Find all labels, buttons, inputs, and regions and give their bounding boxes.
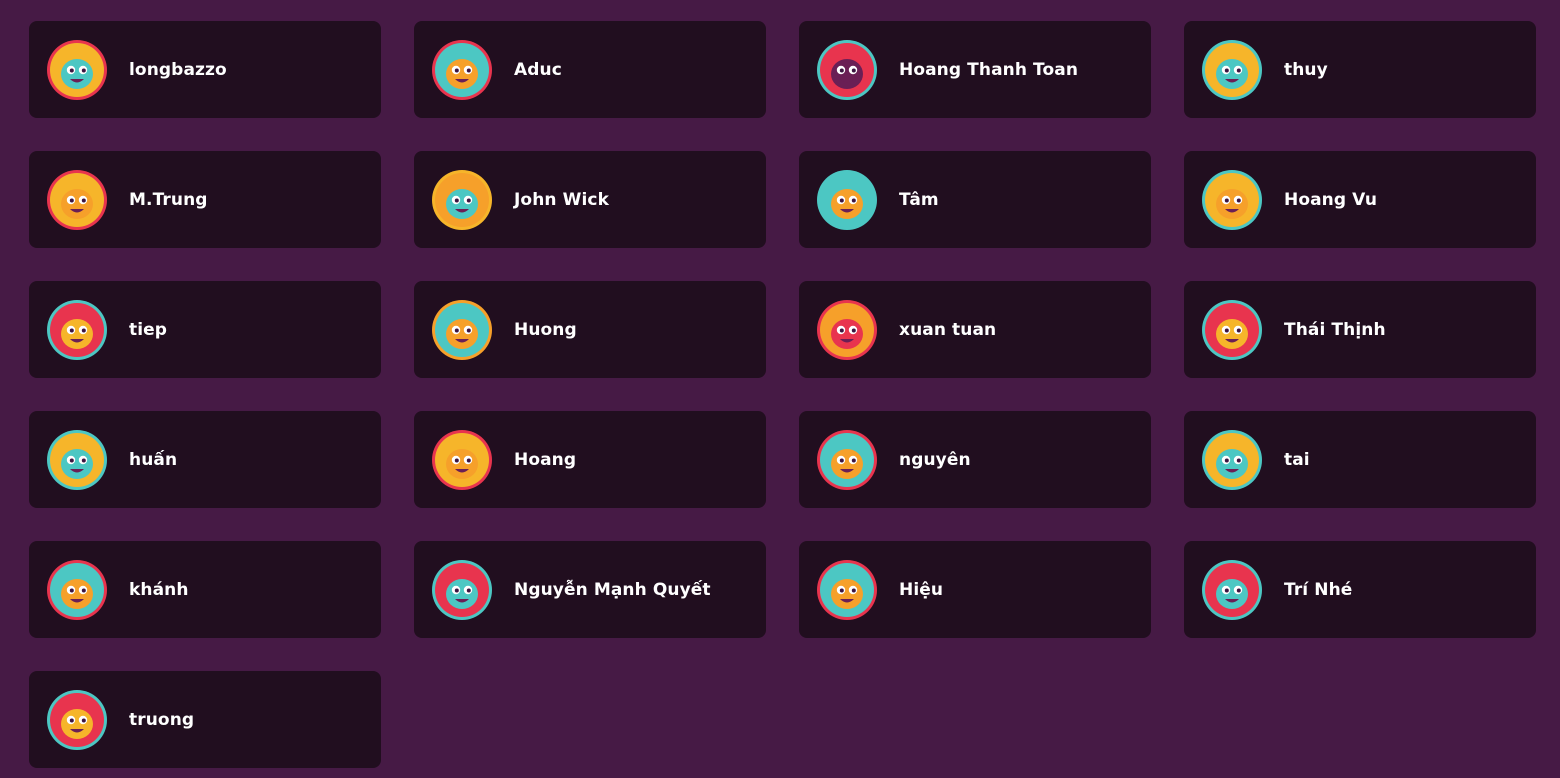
player-card[interactable]: Tâm xyxy=(799,151,1151,248)
player-card[interactable]: Aduc xyxy=(414,21,766,118)
player-name: M.Trung xyxy=(129,189,208,210)
player-card[interactable]: Trí Nhé xyxy=(1184,541,1536,638)
player-card[interactable]: Hoang Vu xyxy=(1184,151,1536,248)
player-card[interactable]: tai xyxy=(1184,411,1536,508)
fuzzy-monster-icon xyxy=(1202,559,1262,620)
rocket-monster-icon xyxy=(432,559,492,620)
player-name: truong xyxy=(129,709,195,730)
player-name: tai xyxy=(1284,449,1310,470)
player-card[interactable]: Hoang Thanh Toan xyxy=(799,21,1151,118)
buck-tooth-monster-icon xyxy=(432,429,492,490)
teal-dino-monster-icon xyxy=(47,429,107,490)
yellow-eye-monster-icon xyxy=(47,39,107,100)
camera-monster-icon xyxy=(817,299,877,360)
player-name: Aduc xyxy=(514,59,562,80)
player-name: thuy xyxy=(1284,59,1328,80)
bottle-monster-icon xyxy=(817,559,877,620)
player-card[interactable]: khánh xyxy=(29,541,381,638)
player-card[interactable]: xuan tuan xyxy=(799,281,1151,378)
player-name: nguyên xyxy=(899,449,971,470)
player-name: John Wick xyxy=(514,189,609,210)
masked-monster-icon xyxy=(432,299,492,360)
sunglasses-monster-icon xyxy=(47,299,107,360)
player-name: huấn xyxy=(129,449,178,470)
player-list: longbazzo Aduc Hoang Thanh Toan thuy M.Trung… xyxy=(29,21,1536,768)
orange-googly-eye-monster-icon xyxy=(432,39,492,100)
scarf-dog-monster-icon xyxy=(1202,169,1262,230)
player-name: Hoang Vu xyxy=(1284,189,1378,210)
player-card[interactable]: John Wick xyxy=(414,151,766,248)
player-card[interactable]: nguyên xyxy=(799,411,1151,508)
player-card[interactable]: Hoang xyxy=(414,411,766,508)
player-name: Hoang Thanh Toan xyxy=(899,59,1079,80)
guitar-monster-icon xyxy=(47,169,107,230)
bottle-monster-icon xyxy=(47,559,107,620)
player-card[interactable]: Nguyễn Mạnh Quyết xyxy=(414,541,766,638)
player-name: Hiệu xyxy=(899,579,944,600)
player-card[interactable]: M.Trung xyxy=(29,151,381,248)
player-name: khánh xyxy=(129,579,189,600)
masked-monster-icon xyxy=(817,169,877,230)
player-card[interactable]: longbazzo xyxy=(29,21,381,118)
unicorn-monster-icon xyxy=(432,169,492,230)
player-name: Tâm xyxy=(899,189,939,210)
pear-monster-icon xyxy=(47,689,107,750)
player-card[interactable]: Hiệu xyxy=(799,541,1151,638)
teal-dino-monster-icon xyxy=(1202,39,1262,100)
player-card[interactable]: thuy xyxy=(1184,21,1536,118)
player-name: Thái Thịnh xyxy=(1284,319,1386,340)
player-name: longbazzo xyxy=(129,59,227,80)
player-card[interactable]: tiep xyxy=(29,281,381,378)
player-name: Trí Nhé xyxy=(1284,579,1353,600)
player-card[interactable]: Huong xyxy=(414,281,766,378)
player-card[interactable]: huấn xyxy=(29,411,381,508)
rainbow-cloud-icon xyxy=(1202,429,1262,490)
player-card[interactable]: truong xyxy=(29,671,381,768)
helmet-monster-icon xyxy=(1202,299,1262,360)
mustache-monster-icon xyxy=(817,429,877,490)
player-name: Hoang xyxy=(514,449,577,470)
spider-web-monster-icon xyxy=(817,39,877,100)
player-name: xuan tuan xyxy=(899,319,997,340)
player-name: tiep xyxy=(129,319,168,340)
player-card[interactable]: Thái Thịnh xyxy=(1184,281,1536,378)
player-name: Huong xyxy=(514,319,577,340)
player-name: Nguyễn Mạnh Quyết xyxy=(514,579,711,600)
